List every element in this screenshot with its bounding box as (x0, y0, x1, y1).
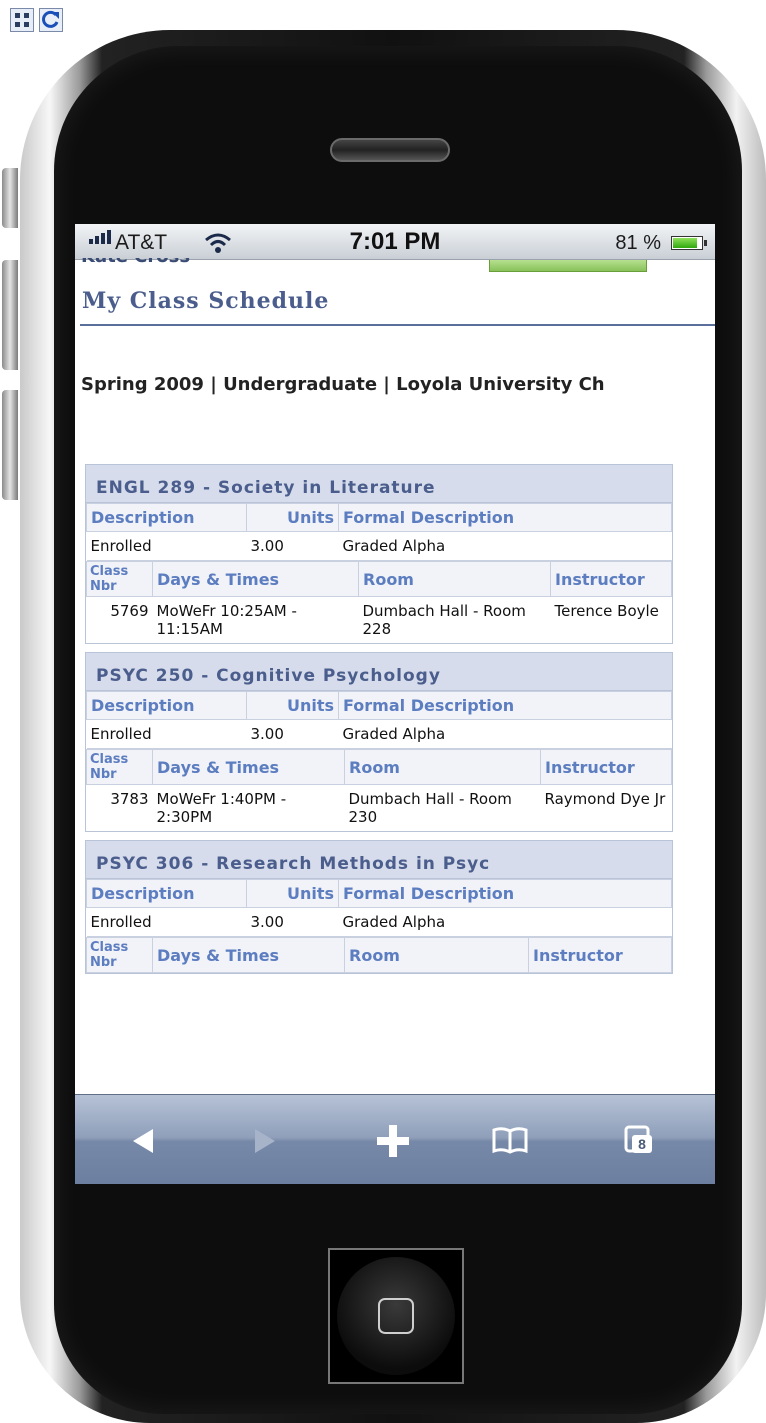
phone-screen: AT&T 7:01 PM 81 % Kate Cross My Class Sc… (75, 224, 715, 1184)
col-units: Units (246, 691, 339, 720)
course-title: ENGL 289 - Society in Literature (86, 465, 672, 503)
section-table: Class Nbr Days & Times Room Instructor 37… (86, 749, 672, 831)
formal-cell: Graded Alpha (338, 907, 672, 937)
title-divider (80, 324, 715, 326)
course-list: ENGL 289 - Society in Literature Descrip… (85, 464, 673, 982)
col-days-times: Days & Times (152, 561, 359, 597)
room-cell: Dumbach Hall - Room 230 (348, 790, 512, 826)
term-info: Spring 2009 | Undergraduate | Loyola Uni… (81, 374, 605, 395)
battery-percent: 81 % (615, 232, 661, 254)
forward-arrow-icon (255, 1129, 275, 1153)
col-room: Room (358, 561, 551, 597)
add-bookmark-button[interactable] (373, 1121, 413, 1161)
room-cell: Dumbach Hall - Room 228 (362, 602, 526, 638)
col-units: Units (246, 879, 339, 908)
battery-icon (671, 236, 707, 250)
earpiece-speaker (330, 138, 450, 162)
home-square-icon (378, 1298, 414, 1334)
col-formal-description: Formal Description (338, 503, 672, 532)
col-description: Description (86, 879, 247, 908)
course-title: PSYC 306 - Research Methods in Psyc (86, 841, 672, 879)
days-times-cell: MoWeFr 10:25AM - 11:15AM (156, 602, 297, 638)
back-button[interactable] (123, 1121, 163, 1161)
bookmarks-button[interactable] (490, 1121, 530, 1161)
status-cell: Enrolled (86, 531, 247, 561)
forward-button[interactable] (245, 1121, 285, 1161)
col-description: Description (86, 691, 247, 720)
add-plus-icon (377, 1125, 409, 1157)
table-row: Enrolled 3.00 Graded Alpha (86, 907, 672, 937)
cut-off-button[interactable] (489, 260, 647, 272)
instructor-cell: Raymond Dye Jr (544, 790, 666, 808)
volume-up-button (2, 260, 18, 370)
days-times-cell: MoWeFr 1:40PM - 2:30PM (156, 790, 287, 826)
browser-toolbar: 8 (75, 1094, 715, 1184)
table-row: 5769 MoWeFr 10:25AM - 11:15AM Dumbach Ha… (87, 597, 672, 644)
table-row: Enrolled 3.00 Graded Alpha (86, 531, 672, 561)
units-cell: 3.00 (246, 907, 339, 937)
col-instructor: Instructor (550, 561, 672, 597)
col-description: Description (86, 503, 247, 532)
enrollment-table: Description Units Formal Description Enr… (86, 503, 672, 561)
refresh-icon (42, 10, 59, 28)
page-title: My Class Schedule (82, 288, 330, 314)
col-class-nbr: Class Nbr (86, 561, 153, 597)
refresh-button[interactable] (39, 8, 63, 32)
instructor-cell: Terence Boyle (554, 602, 659, 620)
formal-cell: Graded Alpha (338, 719, 672, 749)
pages-button[interactable]: 8 (620, 1121, 660, 1161)
units-cell: 3.00 (246, 531, 339, 561)
tabs-count: 8 (632, 1135, 652, 1153)
col-class-nbr: Class Nbr (86, 937, 153, 973)
col-room: Room (344, 749, 541, 785)
col-formal-description: Formal Description (338, 691, 672, 720)
course-title: PSYC 250 - Cognitive Psychology (86, 653, 672, 691)
enrollment-table: Description Units Formal Description Enr… (86, 879, 672, 937)
volume-down-button (2, 390, 18, 500)
class-nbr-cell: 3783 (110, 790, 149, 808)
section-table: Class Nbr Days & Times Room Instructor (86, 937, 672, 973)
table-row: Enrolled 3.00 Graded Alpha (86, 719, 672, 749)
formal-cell: Graded Alpha (338, 531, 672, 561)
units-cell: 3.00 (246, 719, 339, 749)
enrollment-table: Description Units Formal Description Enr… (86, 691, 672, 749)
section-table: Class Nbr Days & Times Room Instructor 57… (86, 561, 672, 643)
col-formal-description: Formal Description (338, 879, 672, 908)
col-class-nbr: Class Nbr (86, 749, 153, 785)
course-card: PSYC 306 - Research Methods in Psyc Desc… (85, 840, 673, 974)
status-bar: AT&T 7:01 PM 81 % (75, 224, 715, 260)
grid-view-button[interactable] (10, 8, 34, 32)
col-instructor: Instructor (528, 937, 672, 973)
cut-off-header: Kate Cross (81, 258, 231, 272)
back-arrow-icon (133, 1129, 153, 1153)
status-cell: Enrolled (86, 907, 247, 937)
status-cell: Enrolled (86, 719, 247, 749)
col-instructor: Instructor (540, 749, 672, 785)
course-card: ENGL 289 - Society in Literature Descrip… (85, 464, 673, 644)
course-card: PSYC 250 - Cognitive Psychology Descript… (85, 652, 673, 832)
home-button[interactable] (337, 1257, 455, 1375)
col-days-times: Days & Times (152, 937, 345, 973)
col-days-times: Days & Times (152, 749, 345, 785)
table-row: 3783 MoWeFr 1:40PM - 2:30PM Dumbach Hall… (87, 785, 672, 832)
mute-switch (2, 168, 18, 228)
home-button-frame (328, 1248, 464, 1384)
col-units: Units (246, 503, 339, 532)
col-room: Room (344, 937, 529, 973)
bookmarks-icon (492, 1127, 528, 1154)
class-nbr-cell: 5769 (110, 602, 149, 620)
